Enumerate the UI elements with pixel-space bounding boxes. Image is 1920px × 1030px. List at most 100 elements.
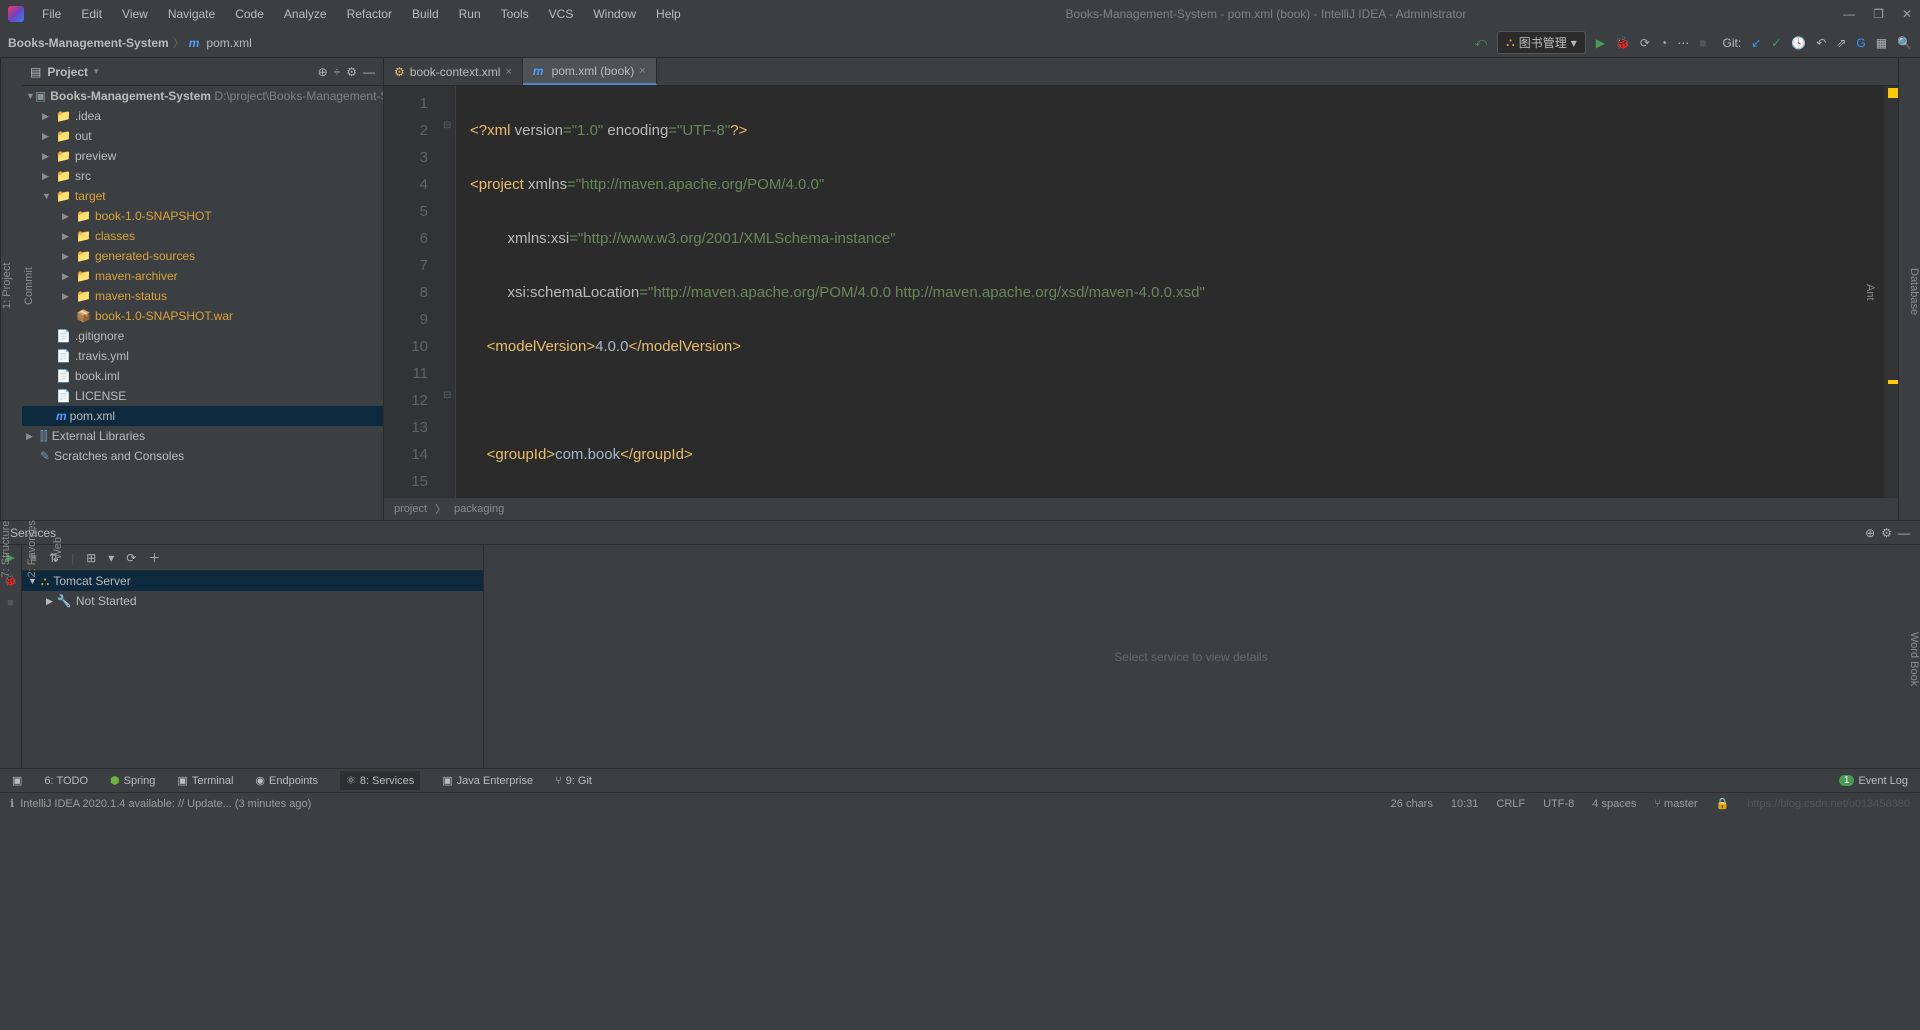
tool-endpoints[interactable]: ◉Endpoints bbox=[255, 774, 318, 787]
close-icon[interactable]: × bbox=[639, 65, 645, 77]
run-config-selector[interactable]: ⛬ 图书管理 ▾ bbox=[1497, 31, 1585, 54]
svc-tomcat[interactable]: Tomcat Server bbox=[53, 574, 130, 588]
menu-code[interactable]: Code bbox=[227, 4, 272, 24]
menu-window[interactable]: Window bbox=[585, 4, 644, 24]
menu-edit[interactable]: Edit bbox=[73, 4, 110, 24]
close-button[interactable]: ✕ bbox=[1902, 7, 1912, 21]
tree-target[interactable]: target bbox=[75, 189, 106, 203]
tree-scratches[interactable]: Scratches and Consoles bbox=[54, 449, 184, 463]
tab-pom[interactable]: m pom.xml (book) × bbox=[523, 58, 657, 85]
status-indent[interactable]: 4 spaces bbox=[1592, 798, 1636, 810]
attach-button[interactable]: ⋯ bbox=[1677, 36, 1689, 50]
gear-icon[interactable]: ⚙ bbox=[346, 65, 357, 79]
tool-terminal[interactable]: ▣Terminal bbox=[177, 774, 233, 787]
tree-external-libraries[interactable]: External Libraries bbox=[52, 429, 145, 443]
locate-icon[interactable]: ⊕ bbox=[318, 65, 328, 79]
status-branch[interactable]: ⑂ master bbox=[1654, 798, 1697, 810]
expand-icon[interactable]: ÷ bbox=[334, 65, 341, 79]
svc-group-icon[interactable]: ⊞ bbox=[86, 551, 96, 565]
stripe-wordbook[interactable]: Word Book bbox=[1908, 632, 1920, 686]
status-crlf[interactable]: CRLF bbox=[1496, 798, 1525, 810]
debug-button[interactable]: 🐞 bbox=[1615, 36, 1630, 50]
tab-book-context[interactable]: ⚙ book-context.xml × bbox=[384, 58, 523, 85]
hide-icon[interactable]: — bbox=[363, 65, 375, 79]
services-tree[interactable]: ▼⛬Tomcat Server ▶🔧Not Started bbox=[22, 571, 483, 768]
menu-file[interactable]: File bbox=[34, 4, 69, 24]
editor-body[interactable]: 123 456 789 101112 131415 ⊟ ⊟ <?xml vers… bbox=[384, 86, 1898, 498]
warning-marker[interactable] bbox=[1888, 88, 1898, 98]
maximize-button[interactable]: ❐ bbox=[1873, 7, 1884, 21]
search-icon[interactable]: 🔍 bbox=[1897, 36, 1912, 50]
git-update-icon[interactable]: ↙ bbox=[1751, 36, 1761, 50]
status-pos[interactable]: 10:31 bbox=[1451, 798, 1479, 810]
tool-git[interactable]: ⑂9: Git bbox=[555, 775, 592, 787]
tree-maven-status[interactable]: maven-status bbox=[95, 289, 167, 303]
fold-column[interactable]: ⊟ ⊟ bbox=[440, 86, 456, 498]
tree-book-iml[interactable]: book.iml bbox=[75, 369, 120, 383]
tree-license[interactable]: LICENSE bbox=[75, 389, 126, 403]
services-hide-icon[interactable]: — bbox=[1898, 526, 1910, 540]
svc-filter-icon[interactable]: ▾ bbox=[108, 551, 114, 565]
status-message[interactable]: IntelliJ IDEA 2020.1.4 available: // Upd… bbox=[20, 798, 311, 810]
menu-build[interactable]: Build bbox=[404, 4, 447, 24]
tree-idea[interactable]: .idea bbox=[75, 109, 101, 123]
project-tree[interactable]: ▼▣Books-Management-System D:\project\Boo… bbox=[22, 86, 383, 520]
build-icon[interactable]: ⤺ bbox=[1474, 35, 1487, 50]
crumb-packaging[interactable]: packaging bbox=[454, 503, 504, 515]
menu-help[interactable]: Help bbox=[648, 4, 689, 24]
tool-spring[interactable]: ⬢Spring bbox=[110, 774, 155, 787]
menu-analyze[interactable]: Analyze bbox=[276, 4, 335, 24]
code-area[interactable]: <?xml version="1.0" encoding="UTF-8"?> <… bbox=[456, 86, 1884, 498]
stop-button[interactable]: ■ bbox=[1699, 36, 1706, 50]
tree-out[interactable]: out bbox=[75, 129, 92, 143]
menu-vcs[interactable]: VCS bbox=[541, 4, 582, 24]
stripe-favorites[interactable]: 2: Favorites bbox=[26, 520, 38, 577]
tree-book-snapshot[interactable]: book-1.0-SNAPSHOT bbox=[95, 209, 212, 223]
tree-pom[interactable]: pom.xml bbox=[70, 409, 115, 423]
menu-view[interactable]: View bbox=[114, 4, 156, 24]
coverage-button[interactable]: ⟳ bbox=[1640, 36, 1650, 50]
toolwin-icon[interactable]: ▣ bbox=[12, 774, 22, 787]
run-button[interactable]: ▶ bbox=[1596, 36, 1605, 50]
git-history-icon[interactable]: 🕓 bbox=[1791, 36, 1806, 50]
git-push-icon[interactable]: ⇗ bbox=[1836, 36, 1846, 50]
change-marker[interactable] bbox=[1888, 380, 1898, 384]
tree-classes[interactable]: classes bbox=[95, 229, 135, 243]
status-encoding[interactable]: UTF-8 bbox=[1543, 798, 1574, 810]
profile-button[interactable]: ◔ bbox=[1660, 36, 1667, 50]
tree-maven-archiver[interactable]: maven-archiver bbox=[95, 269, 178, 283]
ide-structure-icon[interactable]: ▦ bbox=[1876, 36, 1887, 50]
tool-javaee[interactable]: ▣Java Enterprise bbox=[442, 774, 533, 787]
svc-add-icon[interactable]: ＋ bbox=[148, 549, 160, 566]
svc-layout-icon[interactable]: ⟳ bbox=[126, 551, 136, 565]
stripe-commit[interactable]: Commit bbox=[23, 267, 35, 305]
tool-eventlog[interactable]: 1Event Log bbox=[1839, 775, 1908, 787]
stripe-web[interactable]: Web bbox=[52, 538, 64, 560]
stripe-project[interactable]: 1: Project bbox=[1, 263, 13, 309]
translate-icon[interactable]: G bbox=[1856, 36, 1865, 50]
breadcrumb-file[interactable]: pom.xml bbox=[206, 36, 251, 50]
menu-run[interactable]: Run bbox=[451, 4, 489, 24]
tree-src[interactable]: src bbox=[75, 169, 91, 183]
editor-marks[interactable] bbox=[1884, 86, 1898, 498]
services-gear-icon[interactable]: ⊕ bbox=[1865, 526, 1875, 540]
svc-not-started[interactable]: Not Started bbox=[76, 594, 137, 608]
services-settings-icon[interactable]: ⚙ bbox=[1881, 526, 1892, 540]
stripe-structure[interactable]: 7: Structure bbox=[0, 520, 12, 577]
tree-travis[interactable]: .travis.yml bbox=[75, 349, 129, 363]
tree-war-file[interactable]: book-1.0-SNAPSHOT.war bbox=[95, 309, 233, 323]
tree-root[interactable]: Books-Management-System bbox=[50, 89, 211, 103]
services-stop-icon[interactable]: ■ bbox=[7, 597, 14, 609]
tool-services[interactable]: ⚛8: Services bbox=[340, 771, 420, 790]
menu-refactor[interactable]: Refactor bbox=[339, 4, 400, 24]
crumb-project[interactable]: project bbox=[394, 503, 427, 515]
close-icon[interactable]: × bbox=[505, 66, 511, 78]
menu-navigate[interactable]: Navigate bbox=[160, 4, 223, 24]
breadcrumb-root[interactable]: Books-Management-System bbox=[8, 36, 169, 50]
tool-todo[interactable]: 6: TODO bbox=[44, 775, 88, 787]
minimize-button[interactable]: — bbox=[1843, 7, 1855, 21]
git-rollback-icon[interactable]: ↶ bbox=[1816, 36, 1826, 50]
git-commit-icon[interactable]: ✓ bbox=[1771, 36, 1781, 50]
tree-generated-sources[interactable]: generated-sources bbox=[95, 249, 195, 263]
tree-preview[interactable]: preview bbox=[75, 149, 116, 163]
